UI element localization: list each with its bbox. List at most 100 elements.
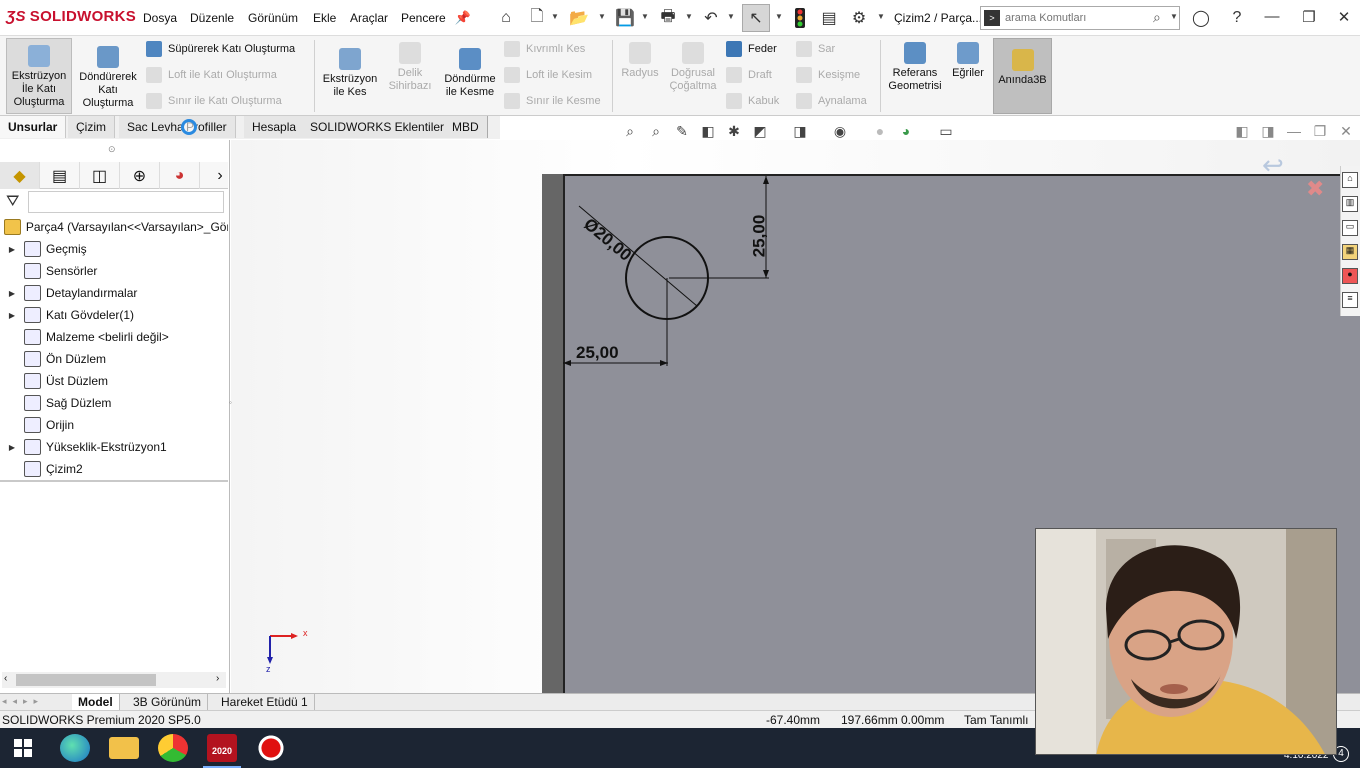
tab-unsurlar[interactable]: Unsurlar [0,116,67,138]
instant3d-button[interactable]: Anında3B [993,38,1052,114]
traffic-light-icon[interactable] [789,7,811,29]
zoom-to-fit-icon[interactable]: ⌕ [620,123,640,141]
save-icon[interactable]: 💾 [614,7,636,29]
fillet-button[interactable]: Radyus [618,42,662,80]
chevron-down-icon[interactable]: ▼ [727,12,735,21]
help-icon[interactable]: ? [1226,7,1248,29]
horizontal-scrollbar[interactable]: ‹ › [2,672,226,688]
rib-button[interactable]: Feder [726,40,777,58]
property-manager-icon[interactable]: ▤ [40,162,80,189]
file-explorer-icon[interactable]: ▭ [1342,220,1358,236]
tree-item-detaylandirmalar[interactable]: ▶ Detaylandırmalar [0,282,228,304]
revolved-boss-button[interactable]: Döndürerek Katı Oluşturma [76,46,140,110]
solidworks-taskbar-icon[interactable]: 2020 [207,734,237,762]
menu-pencere[interactable]: Pencere [401,11,446,25]
tab-3d-view[interactable]: 3B Görünüm [127,694,209,710]
draft-button[interactable]: Draft [726,66,772,84]
scroll-left-icon[interactable]: ‹ [4,673,7,684]
view-settings-icon[interactable]: ▭ [936,123,956,141]
linear-pattern-button[interactable]: Doğrusal Çoğaltma [666,42,720,93]
chevron-down-icon[interactable]: ▼ [598,12,606,21]
pin-icon[interactable]: 📌 [452,7,474,29]
swept-cut-button[interactable]: Kıvrımlı Kes [504,40,585,58]
scroll-right-icon[interactable]: › [216,673,219,684]
tree-item-malzeme[interactable]: Malzeme <belirli değil> [0,326,228,348]
chrome-icon[interactable] [158,734,188,762]
previous-view-icon[interactable]: ✎ [672,123,692,141]
extruded-cut-button[interactable]: Ekstrüzyon ile Kes [320,48,380,99]
menu-araclar[interactable]: Araçlar [350,11,388,25]
intersect-button[interactable]: Kesişme [796,66,860,84]
edit-appearance-icon[interactable]: ● [870,123,890,141]
lofted-boss-button[interactable]: Loft ile Katı Oluşturma [146,66,277,84]
mirror-button[interactable]: Aynalama [796,92,867,110]
tree-item-sag-duzlem[interactable]: Sağ Düzlem [0,392,228,414]
menu-ekle[interactable]: Ekle [313,11,336,25]
tree-item-ust-duzlem[interactable]: Üst Düzlem [0,370,228,392]
recorder-icon[interactable] [256,734,286,762]
dimxpert-manager-icon[interactable]: ⊕ [120,162,160,189]
pane-left-icon[interactable]: ◧ [1232,123,1252,141]
tab-navigation-arrows[interactable]: ◂◂▸▸ [2,696,44,707]
hide-show-items-icon[interactable]: ◉ [830,123,850,141]
reference-geometry-button[interactable]: Referans Geometrisi [884,42,946,93]
lofted-cut-button[interactable]: Loft ile Kesim [504,66,592,84]
minimize-icon[interactable]: — [1262,8,1282,25]
tree-item-orijin[interactable]: Orijin [0,414,228,436]
tab-model[interactable]: Model [72,694,120,710]
search-input[interactable] [1005,10,1145,26]
scrollbar-thumb[interactable] [16,674,156,686]
configuration-manager-icon[interactable]: ◫ [80,162,120,189]
curves-button[interactable]: Eğriler [948,42,988,80]
dynamic-annotation-icon[interactable]: ✱ [724,123,744,141]
appearances-icon[interactable]: ● [1342,268,1358,284]
pane-right-icon[interactable]: ◨ [1258,123,1278,141]
design-library-icon[interactable]: ▥ [1342,196,1358,212]
close-icon[interactable]: ✕ [1334,8,1354,26]
boundary-boss-button[interactable]: Sınır ile Katı Oluşturma [146,92,282,110]
filter-icon[interactable]: ⛛ [6,193,19,211]
edge-icon[interactable] [60,734,90,762]
file-properties-icon[interactable]: ▤ [818,7,840,29]
solidworks-logo[interactable]: ƷS SOLIDWORKS [6,8,136,25]
tab-eklentiler[interactable]: SOLIDWORKS Eklentileri [302,116,456,138]
expand-arrow-icon[interactable]: ▶ [6,245,18,254]
tree-item-cizim2[interactable]: Çizim2 [0,458,228,480]
select-cursor-icon[interactable]: ↖ [742,4,770,32]
view-orientation-icon[interactable]: ◩ [750,123,770,141]
display-manager-icon[interactable]: ◕ [160,162,200,189]
restore-doc-icon[interactable]: ❐ [1310,123,1330,141]
search-box[interactable]: > ⌕ [980,6,1180,30]
minimize-doc-icon[interactable]: — [1284,123,1304,141]
tree-root[interactable]: Parça4 (Varsayılan<<Varsayılan>_Gör [0,216,228,238]
vertical-dimension[interactable]: 25,00 [749,215,769,258]
confirm-sketch-icon[interactable]: ↩ [1262,150,1284,181]
chevron-down-icon[interactable]: ▼ [877,12,885,21]
wrap-button[interactable]: Sar [796,40,835,58]
new-document-icon[interactable]: 🗋 [526,7,548,29]
revolved-cut-button[interactable]: Döndürme ile Kesme [440,48,500,99]
tab-mbd[interactable]: MBD [444,116,488,138]
expand-arrow-icon[interactable]: ▶ [6,443,18,452]
horizontal-dimension[interactable]: 25,00 [576,343,619,363]
print-icon[interactable]: 🖶 [657,7,679,29]
home-icon[interactable]: ⌂ [495,7,517,29]
filter-input[interactable] [28,191,224,213]
shell-button[interactable]: Kabuk [726,92,779,110]
tab-hesapla[interactable]: Hesapla [244,116,306,138]
chevron-down-icon[interactable]: ▼ [1170,12,1178,21]
expand-arrow-icon[interactable]: ▶ [6,289,18,298]
open-icon[interactable]: 📂 [568,7,590,29]
expand-arrow-icon[interactable]: ▶ [6,311,18,320]
chevron-down-icon[interactable]: ▼ [641,12,649,21]
feature-manager-icon[interactable]: ◆ [0,162,40,189]
windows-start-icon[interactable] [14,739,32,757]
boundary-cut-button[interactable]: Sınır ile Kesme [504,92,601,110]
view-palette-icon[interactable]: ▦ [1342,244,1358,260]
chevron-down-icon[interactable]: ▼ [775,12,783,21]
undo-icon[interactable]: ↶ [700,7,722,29]
solidworks-resources-icon[interactable]: ⌂ [1342,172,1358,188]
chevron-down-icon[interactable]: ▼ [685,12,693,21]
panel-grip-icon[interactable]: ⊙ [108,144,116,155]
display-style-icon[interactable]: ◨ [790,123,810,141]
